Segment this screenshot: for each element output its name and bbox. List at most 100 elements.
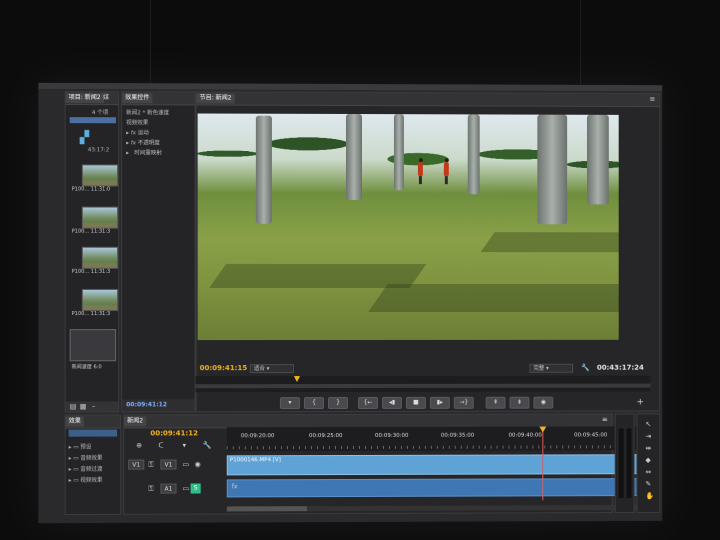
track-label-a1[interactable]: A1 [160,484,176,494]
effect-controls-panel: 效果控件 新闻2 * 新色速度 视频效果 ▸ fx 运动 ▸ fx 不透明度 ▸… [121,91,195,412]
tree-trunk [256,116,272,224]
wrench-icon[interactable]: 🔧 [581,364,590,372]
tab-effect-controls[interactable]: 效果控件 [122,93,152,103]
tree-trunk [537,115,567,225]
tree-trunk [346,114,362,200]
timeline-panel: 新闻2 ≡ 00:09:41:12 ⊕ ᑕ ▾ 🔧 00:09:20:00 00… [123,413,613,514]
effect-motion[interactable]: ▸ fx 运动 [126,128,149,136]
tree-trunk [394,114,404,190]
linked-selection-icon[interactable]: ᑕ [158,441,163,449]
search-input[interactable] [70,117,116,123]
pen-tool-icon[interactable]: ✎ [645,480,651,488]
effects-folder-presets[interactable]: ▸ ▭ 预设 [69,443,92,451]
extract-button[interactable]: ⇟ [510,397,530,409]
video-clip[interactable]: P1000146.MP4 [V] [227,454,642,475]
list-view-icon[interactable]: ▤ [70,402,77,410]
timeline-ruler[interactable]: 00:09:20:00 00:09:25:00 00:09:30:00 00:0… [227,426,646,451]
video-shadow [481,232,619,252]
timeline-menu-icon[interactable]: ≡ [602,415,608,423]
add-marker-button[interactable]: ▾ [280,397,300,409]
marker-icon[interactable]: ▾ [183,441,187,449]
items-count: 4 个项 [92,108,108,116]
track-lock-icon[interactable]: ⚿ [148,485,153,493]
export-frame-button[interactable]: ◉ [533,397,553,409]
razor-tool-icon[interactable]: ◆ [645,456,650,464]
effects-folder-audio-effects[interactable]: ▸ ▭ 音频效果 [69,454,103,462]
clip-thumbnail[interactable] [82,207,118,229]
mark-out-button[interactable]: } [328,397,348,409]
clip-thumbnail[interactable] [82,164,118,186]
ruler-label: 00:09:45:00 [574,432,607,438]
zoom-slider-icon[interactable]: – [92,402,96,410]
track-target-v1[interactable]: V1 [128,460,144,470]
program-duration: 00:43:17:24 [597,364,644,372]
mark-in-button[interactable]: { [304,397,324,409]
effects-search-input[interactable] [69,430,117,437]
program-current-timecode[interactable]: 00:09:41:15 [200,364,248,372]
clip-thumbnail[interactable] [82,247,118,269]
panel-menu-icon[interactable]: ≡ [650,95,656,103]
effects-folder-video-effects[interactable]: ▸ ▭ 视频效果 [69,476,103,484]
clip-label: 新闻速度 6:0 [72,363,102,370]
tab-effects[interactable]: 效果 [66,417,84,427]
icon-view-icon[interactable]: ▦ [80,402,87,410]
go-to-out-button[interactable]: →} [454,397,474,409]
hand-tool-icon[interactable]: ✋ [645,492,654,500]
lift-button[interactable]: ⇞ [486,397,506,409]
ruler-label: 00:09:35:00 [441,433,474,439]
timeline-scrollbar[interactable] [227,505,642,511]
clip-label: P100... 11:31:3 [72,311,111,317]
mute-icon[interactable]: ▭ [183,485,190,493]
clip-label: P100... 11:31:0 [72,186,111,192]
effect-timecode[interactable]: 00:09:41:12 [126,401,167,408]
effect-sequence-header: 新闻2 * 新色速度 [126,108,169,116]
video-shadow [368,284,619,312]
zoom-bar[interactable] [196,384,651,389]
effect-opacity[interactable]: ▸ fx 不透明度 [126,138,160,146]
stop-button[interactable]: ■ [406,397,426,409]
solo-button[interactable]: S [191,483,201,493]
go-to-in-button[interactable]: {← [358,397,378,409]
snap-icon[interactable]: ⊕ [136,442,142,450]
tab-project[interactable]: 项目: 新闻2 [66,93,104,103]
audio-clip[interactable]: fx [227,478,642,497]
step-forward-button[interactable]: ▮▸ [430,397,450,409]
audio-fx-icon: fx [232,483,238,491]
audio-meter-left [619,428,624,498]
slip-tool-icon[interactable]: ⇔ [645,468,651,476]
project-toolbar: ▤ ▦ – [66,401,118,411]
step-back-button[interactable]: ◂▮ [382,397,402,409]
sequence-thumbnail[interactable] [70,329,116,361]
effects-folder-audio-transitions[interactable]: ▸ ▭ 音频过渡 [69,465,103,473]
tab-sequence[interactable]: 新闻2 [124,416,146,426]
ruler-ticks [227,445,646,449]
program-scrubber[interactable] [196,376,651,393]
hanging-cord [150,0,151,86]
toggle-sync-icon[interactable]: ▭ [183,460,190,468]
selection-tool-icon[interactable]: ↖ [645,420,651,428]
timeline-playhead[interactable] [542,427,543,501]
eye-icon[interactable]: ◉ [195,460,201,468]
clip-label: P100... 11:31:3 [72,269,111,275]
settings-wrench-icon[interactable]: 🔧 [203,441,212,449]
fit-dropdown[interactable]: 适合 ▾ [250,364,294,373]
playhead-marker[interactable] [294,376,300,382]
effect-time-remap[interactable]: ▸ 时间重映射 [126,148,162,156]
audio-meter-panel [615,413,635,513]
tab-media[interactable]: 媒 [100,93,112,103]
hanging-cord [580,0,581,86]
tree-trunk [587,115,609,205]
clip-thumbnail[interactable] [82,289,118,311]
ripple-edit-icon[interactable]: ⇹ [645,444,651,452]
timeline-timecode[interactable]: 00:09:41:12 [150,429,198,437]
clip-label: P100... 11:31:3 [72,229,111,235]
quality-dropdown[interactable]: 完整 ▾ [529,364,573,373]
tab-program[interactable]: 节目: 新闻2 [197,93,235,103]
track-label-v1[interactable]: V1 [160,459,176,469]
track-select-icon[interactable]: ⇥ [645,432,651,440]
add-button-icon[interactable]: + [637,399,644,407]
project-tab-bar: 项目: 新闻2 媒 [66,92,118,105]
track-lock-icon[interactable]: ⚿ [148,461,153,469]
tools-panel: ↖ ⇥ ⇹ ◆ ⇔ ✎ ✋ [637,413,661,513]
effect-controls-footer: 00:09:41:12 [122,399,194,411]
